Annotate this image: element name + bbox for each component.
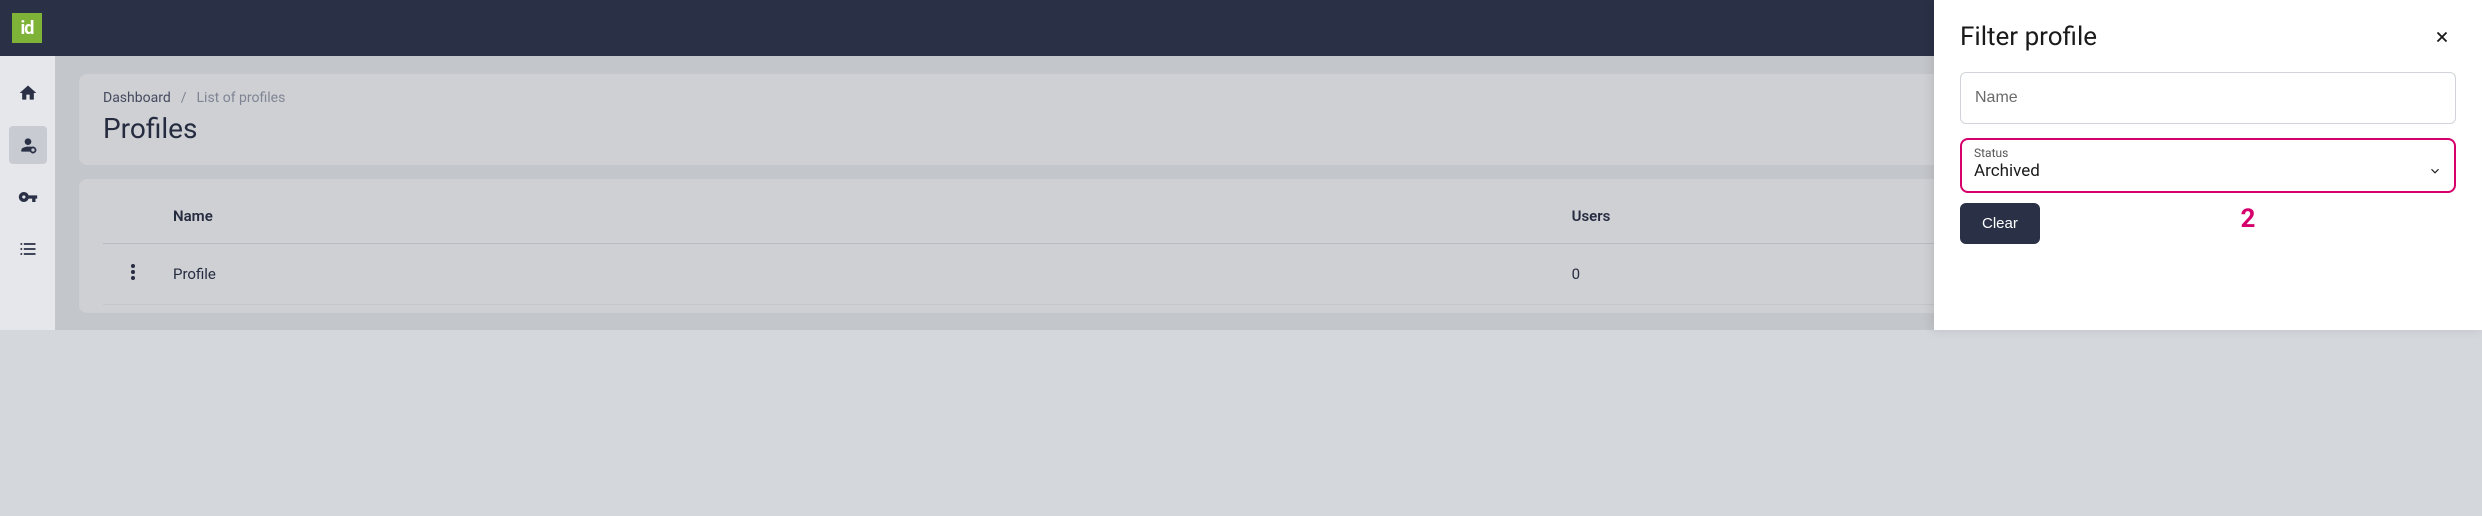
app-logo[interactable]: id [12, 13, 42, 43]
logo-text: id [21, 18, 34, 39]
clear-button[interactable]: Clear [1960, 203, 2040, 244]
close-button[interactable] [2428, 23, 2456, 51]
column-name[interactable]: Name [163, 187, 1562, 244]
home-icon [18, 83, 38, 103]
chevron-down-icon [2428, 164, 2442, 178]
filter-actions: Clear 2 [1960, 203, 2456, 244]
row-menu-button[interactable] [103, 244, 163, 305]
sidebar [0, 56, 55, 330]
annotation-number: 2 [2040, 204, 2456, 234]
name-input[interactable] [1960, 72, 2456, 124]
status-select[interactable]: Status Archived [1960, 138, 2456, 193]
breadcrumb-separator: / [181, 90, 187, 106]
status-value: Archived [1974, 161, 2040, 181]
sidebar-item-tasks[interactable] [9, 230, 47, 268]
column-actions [103, 187, 163, 244]
filter-panel: Filter profile Status Archived Clear 2 [1934, 0, 2482, 330]
breadcrumb-current: List of profiles [197, 90, 286, 106]
key-icon [18, 187, 38, 207]
cell-name: Profile [163, 244, 1562, 305]
close-icon [2433, 28, 2451, 46]
sidebar-item-profiles[interactable] [9, 126, 47, 164]
breadcrumb-root[interactable]: Dashboard [103, 90, 171, 106]
filter-header: Filter profile [1960, 22, 2456, 52]
status-label: Status [1974, 146, 2442, 160]
filter-title: Filter profile [1960, 22, 2097, 52]
kebab-icon [131, 264, 135, 280]
user-settings-icon [18, 135, 38, 155]
checklist-icon [18, 239, 38, 259]
sidebar-item-keys[interactable] [9, 178, 47, 216]
sidebar-item-home[interactable] [9, 74, 47, 112]
